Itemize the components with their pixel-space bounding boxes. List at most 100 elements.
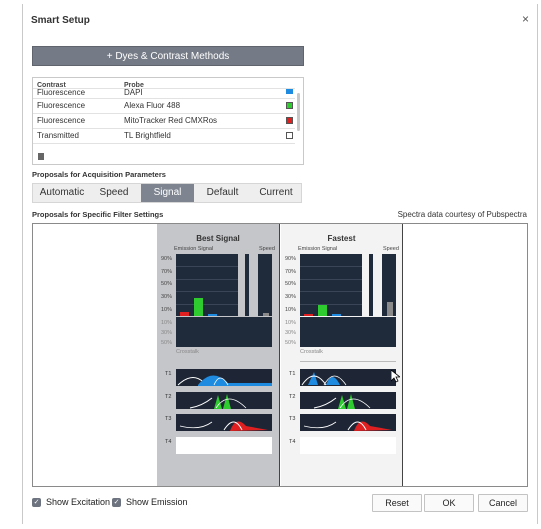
option-signal[interactable]: Signal	[141, 184, 194, 202]
track-label: T2	[289, 394, 296, 400]
emission-bar	[304, 314, 313, 316]
emission-signal-label: Emission Signal	[298, 246, 338, 252]
option-speed[interactable]: Speed	[91, 184, 137, 202]
show-excitation-checkbox[interactable]: ✓	[32, 498, 41, 507]
crosstalk-chart	[176, 317, 272, 347]
spectrum-track-3[interactable]	[176, 414, 272, 431]
trash-icon[interactable]	[38, 153, 44, 160]
pct-label: 70%	[285, 269, 297, 275]
emission-bar	[180, 312, 189, 316]
filter-settings-panel: Best Signal Emission Signal Speed 90% 70…	[32, 223, 528, 487]
contrast-cell: Fluorescence	[37, 88, 86, 97]
show-emission-label[interactable]: Show Emission	[126, 497, 188, 507]
window-title: Smart Setup	[31, 15, 90, 26]
mouse-cursor-icon	[391, 370, 400, 383]
track-label: T3	[289, 416, 296, 422]
table-scrollbar[interactable]	[297, 93, 300, 131]
ok-button[interactable]: OK	[424, 494, 474, 512]
speed-label: Speed	[259, 246, 275, 252]
acquisition-proposals-heading: Proposals for Acquisition Parameters	[32, 170, 166, 179]
spectrum-track-1[interactable]	[300, 369, 396, 386]
track-label: T1	[165, 371, 172, 377]
option-current[interactable]: Current	[251, 184, 301, 202]
pct-label: 90%	[285, 256, 297, 262]
spectrum-track-2[interactable]	[300, 392, 396, 409]
smart-setup-window: Smart Setup × + Dyes & Contrast Methods …	[22, 4, 538, 524]
show-excitation-label[interactable]: Show Excitation	[46, 497, 110, 507]
spectrum-track-4[interactable]	[300, 437, 396, 454]
speed-chart	[382, 254, 396, 316]
spectrum-track-3[interactable]	[300, 414, 396, 431]
track-label: T2	[165, 394, 172, 400]
crosstalk-pct-label: 10%	[161, 320, 173, 326]
table-row[interactable]: Transmitted TL Brightfield	[33, 128, 295, 142]
color-swatch[interactable]	[286, 89, 293, 94]
color-swatch[interactable]	[286, 117, 293, 124]
emission-signal-label: Emission Signal	[174, 246, 214, 252]
best-signal-title: Best Signal	[196, 234, 240, 243]
crosstalk-pct-label: 50%	[285, 340, 297, 346]
probe-cell: TL Brightfield	[124, 131, 171, 140]
emission-bar	[318, 305, 327, 316]
pct-label: 50%	[161, 281, 173, 287]
speed-bar	[263, 313, 269, 316]
close-icon[interactable]: ×	[522, 12, 529, 26]
probe-cell: DAPI	[124, 88, 143, 97]
show-emission-checkbox[interactable]: ✓	[112, 498, 121, 507]
pct-label: 10%	[161, 307, 173, 313]
crosstalk-pct-label: 50%	[161, 340, 173, 346]
option-default[interactable]: Default	[196, 184, 249, 202]
emission-signal-chart	[300, 254, 362, 316]
divider	[300, 361, 396, 362]
emission-signal-chart	[176, 254, 238, 316]
spectrum-track-1[interactable]	[176, 369, 272, 386]
crosstalk-pct-label: 10%	[285, 320, 297, 326]
contrast-cell: Fluorescence	[37, 101, 86, 110]
contrast-cell: Transmitted	[37, 131, 79, 140]
contrast-cell: Fluorescence	[37, 116, 86, 125]
fastest-title: Fastest	[327, 234, 356, 243]
track-label: T1	[289, 371, 296, 377]
crosstalk-chart	[300, 317, 396, 347]
track-label: T4	[289, 439, 296, 445]
track-label: T3	[165, 416, 172, 422]
emission-bar	[194, 298, 203, 316]
pct-label: 70%	[161, 269, 173, 275]
spectrum-track-2[interactable]	[176, 392, 272, 409]
crosstalk-label: Crosstalk	[300, 349, 323, 355]
emission-bar	[208, 314, 217, 316]
filter-proposals-heading: Proposals for Specific Filter Settings	[32, 210, 164, 219]
track-label: T4	[165, 439, 172, 445]
spectra-credit: Spectra data courtesy of Pubspectra	[397, 210, 527, 219]
speed-label: Speed	[383, 246, 399, 252]
crosstalk-label: Crosstalk	[176, 349, 199, 355]
probe-cell: Alexa Fluor 488	[124, 101, 181, 110]
dyes-contrast-methods-button[interactable]: + Dyes & Contrast Methods	[32, 46, 304, 66]
speed-bar	[387, 302, 393, 316]
pct-label: 30%	[161, 294, 173, 300]
emission-bar	[332, 314, 341, 316]
crosstalk-pct-label: 30%	[161, 330, 173, 336]
probe-cell: MitoTracker Red CMXRos	[124, 116, 218, 125]
pct-label: 90%	[161, 256, 173, 262]
table-row[interactable]: Fluorescence DAPI	[33, 88, 295, 97]
spectrum-track-4[interactable]	[176, 437, 272, 454]
color-swatch[interactable]	[286, 102, 293, 109]
cancel-button[interactable]: Cancel	[478, 494, 528, 512]
pct-label: 10%	[285, 307, 297, 313]
speed-chart	[258, 254, 272, 316]
option-automatic[interactable]: Automatic	[33, 184, 91, 202]
crosstalk-pct-label: 30%	[285, 330, 297, 336]
table-row-empty	[33, 143, 295, 164]
fastest-column[interactable]: Fastest Emission Signal Speed 90% 70% 50…	[281, 224, 403, 486]
best-signal-column[interactable]: Best Signal Emission Signal Speed 90% 70…	[157, 224, 280, 486]
color-swatch[interactable]	[286, 132, 293, 139]
speed-separator	[245, 254, 249, 316]
dye-table: Contrast Probe Fluorescence DAPI Fluores…	[32, 77, 304, 165]
speed-separator	[369, 254, 373, 316]
reset-button[interactable]: Reset	[372, 494, 422, 512]
table-row[interactable]: Fluorescence Alexa Fluor 488	[33, 98, 295, 112]
acquisition-mode-selector: Automatic Speed Signal Default Current	[32, 183, 302, 203]
table-row[interactable]: Fluorescence MitoTracker Red CMXRos	[33, 113, 295, 127]
pct-label: 50%	[285, 281, 297, 287]
